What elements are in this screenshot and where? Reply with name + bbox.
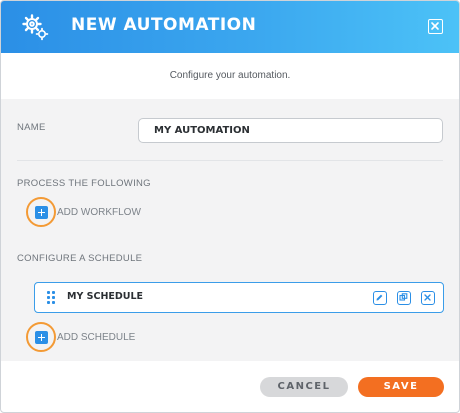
new-automation-dialog: NEW AUTOMATION Configure your automation…	[0, 0, 460, 413]
add-workflow-button[interactable]: ADD WORKFLOW	[57, 207, 141, 218]
duplicate-icon	[399, 293, 408, 301]
edit-icon	[376, 294, 383, 301]
save-button[interactable]: SAVE	[358, 377, 444, 397]
close-icon	[431, 22, 439, 30]
drag-handle-icon[interactable]	[47, 291, 57, 305]
dialog-title: NEW AUTOMATION	[71, 15, 257, 35]
dialog-subtitle: Configure your automation.	[169, 70, 291, 81]
dialog-header: NEW AUTOMATION	[1, 1, 459, 53]
process-section-label: PROCESS THE FOLLOWING	[17, 178, 151, 189]
duplicate-schedule-button[interactable]	[397, 291, 411, 305]
schedule-section-label: CONFIGURE A SCHEDULE	[17, 253, 143, 264]
gears-icon	[22, 14, 49, 41]
name-label: NAME	[17, 122, 46, 133]
close-button[interactable]	[428, 19, 443, 34]
section-divider	[17, 160, 443, 161]
cancel-button[interactable]: CANCEL	[260, 377, 348, 397]
schedule-name: MY SCHEDULE	[67, 291, 144, 302]
delete-icon	[424, 294, 431, 301]
delete-schedule-button[interactable]	[421, 291, 435, 305]
add-schedule-button[interactable]: ADD SCHEDULE	[57, 332, 135, 343]
schedule-item[interactable]: MY SCHEDULE	[34, 282, 444, 313]
edit-schedule-button[interactable]	[373, 291, 387, 305]
add-schedule-plus-icon[interactable]	[35, 331, 48, 344]
name-input[interactable]: MY AUTOMATION	[138, 118, 443, 143]
add-workflow-plus-icon[interactable]	[35, 206, 48, 219]
